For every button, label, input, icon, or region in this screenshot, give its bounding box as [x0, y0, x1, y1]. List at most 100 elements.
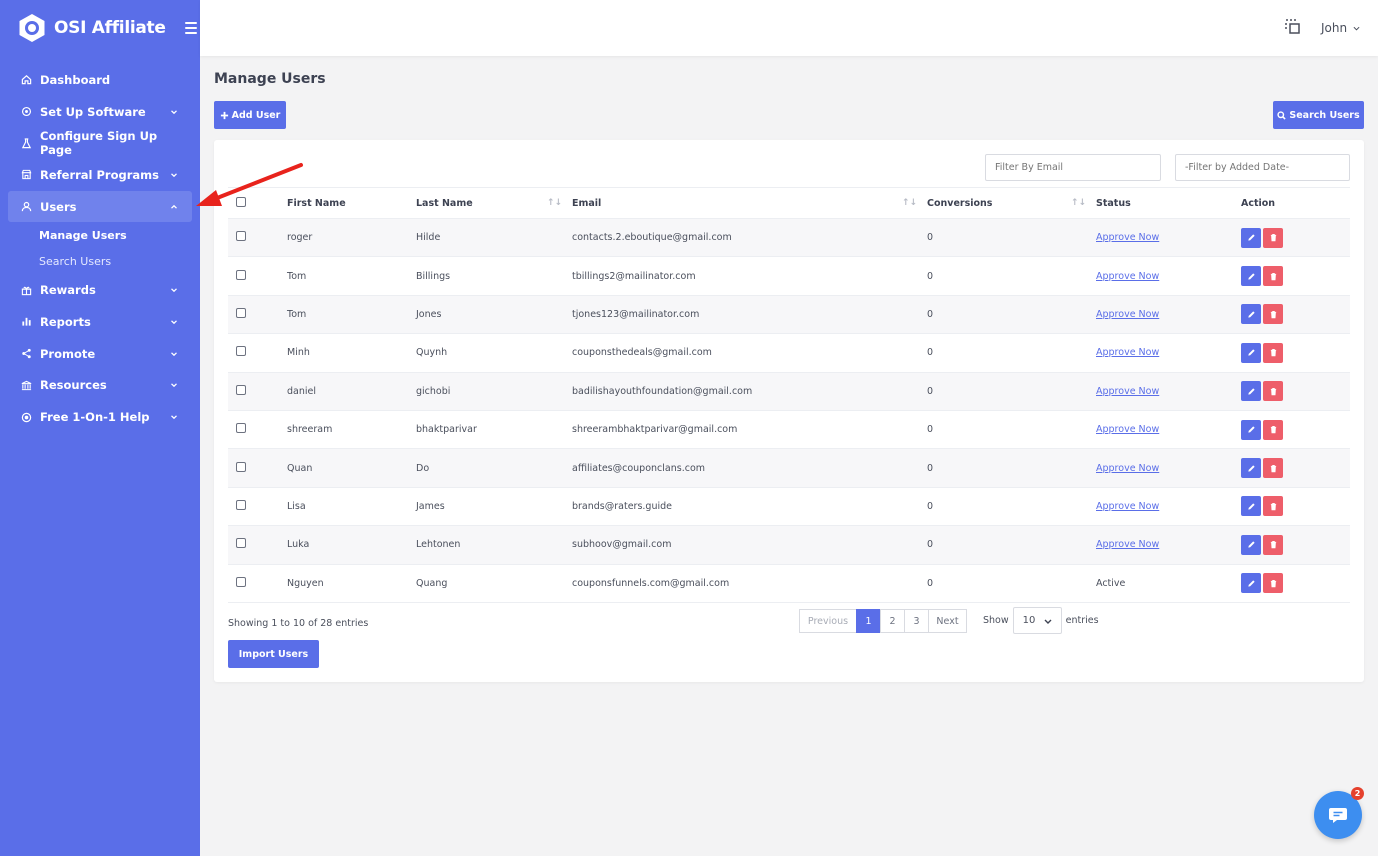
- column-header-label: Last Name: [416, 197, 473, 209]
- row-checkbox[interactable]: [236, 461, 246, 472]
- trash-icon: [1269, 272, 1278, 281]
- row-checkbox[interactable]: [236, 538, 246, 549]
- sidebar-item-reports[interactable]: Reports: [8, 306, 192, 338]
- pagination-page-2[interactable]: 2: [880, 609, 905, 633]
- row-checkbox[interactable]: [236, 576, 246, 587]
- delete-user-button[interactable]: [1263, 304, 1283, 325]
- edit-user-button[interactable]: [1241, 573, 1261, 594]
- cell-conversions: 0: [927, 410, 1096, 450]
- cell-actions: [1241, 333, 1350, 373]
- pagination-page-1[interactable]: 1: [856, 609, 881, 633]
- sidebar-item-free-1-on-1-help[interactable]: Free 1-On-1 Help: [8, 401, 192, 433]
- row-checkbox[interactable]: [236, 307, 246, 318]
- delete-user-button[interactable]: [1263, 381, 1283, 402]
- approve-now-link[interactable]: Approve Now: [1096, 232, 1159, 243]
- row-checkbox[interactable]: [236, 231, 246, 242]
- column-header-status[interactable]: Status: [1096, 187, 1241, 219]
- column-header-conversions[interactable]: Conversions ↑↓: [927, 187, 1096, 219]
- submenu-item-manage-users[interactable]: Manage Users: [39, 222, 200, 248]
- row-checkbox[interactable]: [236, 499, 246, 510]
- page-size-select[interactable]: 10: [1012, 607, 1062, 634]
- delete-user-button[interactable]: [1263, 227, 1283, 248]
- edit-user-button[interactable]: [1241, 534, 1261, 555]
- delete-user-button[interactable]: [1263, 342, 1283, 363]
- chevron-down-icon: [170, 413, 178, 421]
- cell-conversions: 0: [927, 256, 1096, 296]
- annotation-arrow: [196, 163, 303, 206]
- approve-now-link[interactable]: Approve Now: [1096, 309, 1159, 320]
- sidebar-item-users[interactable]: Users: [8, 190, 192, 223]
- filter-email-input[interactable]: [985, 154, 1161, 181]
- cell-conversions: 0: [927, 525, 1096, 565]
- page-size-value: 10: [1022, 615, 1036, 626]
- approve-now-link[interactable]: Approve Now: [1096, 386, 1159, 397]
- cell-last-name: Hilde: [416, 218, 572, 258]
- delete-user-button[interactable]: [1263, 573, 1283, 594]
- sidebar: OSI Affiliate Dashboard Set Up Software Co…: [0, 0, 200, 856]
- table-row: daniel gichobi badilishayouthfoundation@gm…: [228, 372, 1350, 411]
- cell-actions: [1241, 525, 1350, 565]
- row-checkbox[interactable]: [236, 346, 246, 357]
- cell-email: badilishayouthfoundation@gmail.com: [572, 372, 927, 411]
- pagination-previous[interactable]: Previous: [799, 609, 857, 633]
- delete-user-button[interactable]: [1263, 419, 1283, 440]
- edit-user-button[interactable]: [1241, 266, 1261, 287]
- fullscreen-icon[interactable]: [1285, 19, 1301, 35]
- column-header-last-name[interactable]: Last Name ↑↓: [416, 187, 572, 219]
- brand-name: OSI Affiliate: [54, 18, 166, 38]
- import-users-button[interactable]: Import Users: [228, 640, 319, 668]
- approve-now-link[interactable]: Approve Now: [1096, 424, 1159, 435]
- submenu-item-search-users[interactable]: Search Users: [39, 248, 200, 274]
- edit-user-button[interactable]: [1241, 458, 1261, 479]
- approve-now-link[interactable]: Approve Now: [1096, 501, 1159, 512]
- delete-user-button[interactable]: [1263, 496, 1283, 517]
- filter-date-input[interactable]: [1175, 154, 1350, 181]
- delete-user-button[interactable]: [1263, 458, 1283, 479]
- topbar: John: [200, 0, 1378, 56]
- cell-conversions: 0: [927, 333, 1096, 373]
- delete-user-button[interactable]: [1263, 534, 1283, 555]
- users-table: First Name Last Name ↑↓ Email ↑↓ Conversio…: [228, 187, 1350, 603]
- cell-actions: [1241, 372, 1350, 411]
- sidebar-item-referral-programs[interactable]: Referral Programs: [8, 159, 192, 191]
- cell-first-name: Tom: [287, 295, 416, 335]
- delete-user-button[interactable]: [1263, 266, 1283, 287]
- sidebar-item-rewards[interactable]: Rewards: [8, 274, 192, 306]
- pencil-icon: [1247, 348, 1256, 357]
- user-name: John: [1321, 21, 1348, 35]
- cell-email: couponsthedeals@gmail.com: [572, 333, 927, 373]
- approve-now-link[interactable]: Approve Now: [1096, 463, 1159, 474]
- edit-user-button[interactable]: [1241, 304, 1261, 325]
- pencil-icon: [1247, 502, 1256, 511]
- sidebar-item-set-up-software[interactable]: Set Up Software: [8, 96, 192, 128]
- entries-summary: Showing 1 to 10 of 28 entries: [228, 618, 369, 629]
- table-header-row: First Name Last Name ↑↓ Email ↑↓ Conversio…: [228, 187, 1350, 219]
- sidebar-item-resources[interactable]: Resources: [8, 370, 192, 402]
- cell-last-name: Do: [416, 448, 572, 488]
- row-checkbox[interactable]: [236, 423, 246, 434]
- approve-now-link[interactable]: Approve Now: [1096, 539, 1159, 550]
- user-icon: [21, 201, 32, 212]
- sidebar-item-dashboard[interactable]: Dashboard: [8, 64, 192, 96]
- user-menu[interactable]: John: [1321, 21, 1360, 35]
- approve-now-link[interactable]: Approve Now: [1096, 271, 1159, 282]
- pagination-next[interactable]: Next: [928, 609, 967, 633]
- hamburger-menu-icon[interactable]: [184, 22, 197, 34]
- edit-user-button[interactable]: [1241, 419, 1261, 440]
- cell-first-name: Quan: [287, 448, 416, 488]
- sidebar-item-configure-sign-up-page[interactable]: Configure Sign Up Page: [8, 127, 192, 159]
- edit-user-button[interactable]: [1241, 342, 1261, 363]
- edit-user-button[interactable]: [1241, 381, 1261, 402]
- pagination-page-3[interactable]: 3: [904, 609, 929, 633]
- edit-user-button[interactable]: [1241, 496, 1261, 517]
- add-user-button[interactable]: Add User: [214, 101, 286, 129]
- column-header-email[interactable]: Email ↑↓: [572, 187, 927, 219]
- row-checkbox[interactable]: [236, 269, 246, 280]
- table-row: Nguyen Quang couponsfunnels.com@gmail.com 0…: [228, 564, 1350, 603]
- edit-user-button[interactable]: [1241, 227, 1261, 248]
- search-users-button[interactable]: Search Users: [1273, 101, 1364, 129]
- row-checkbox[interactable]: [236, 384, 246, 395]
- sidebar-item-promote[interactable]: Promote: [8, 338, 192, 370]
- cell-conversions: 0: [927, 295, 1096, 335]
- approve-now-link[interactable]: Approve Now: [1096, 347, 1159, 358]
